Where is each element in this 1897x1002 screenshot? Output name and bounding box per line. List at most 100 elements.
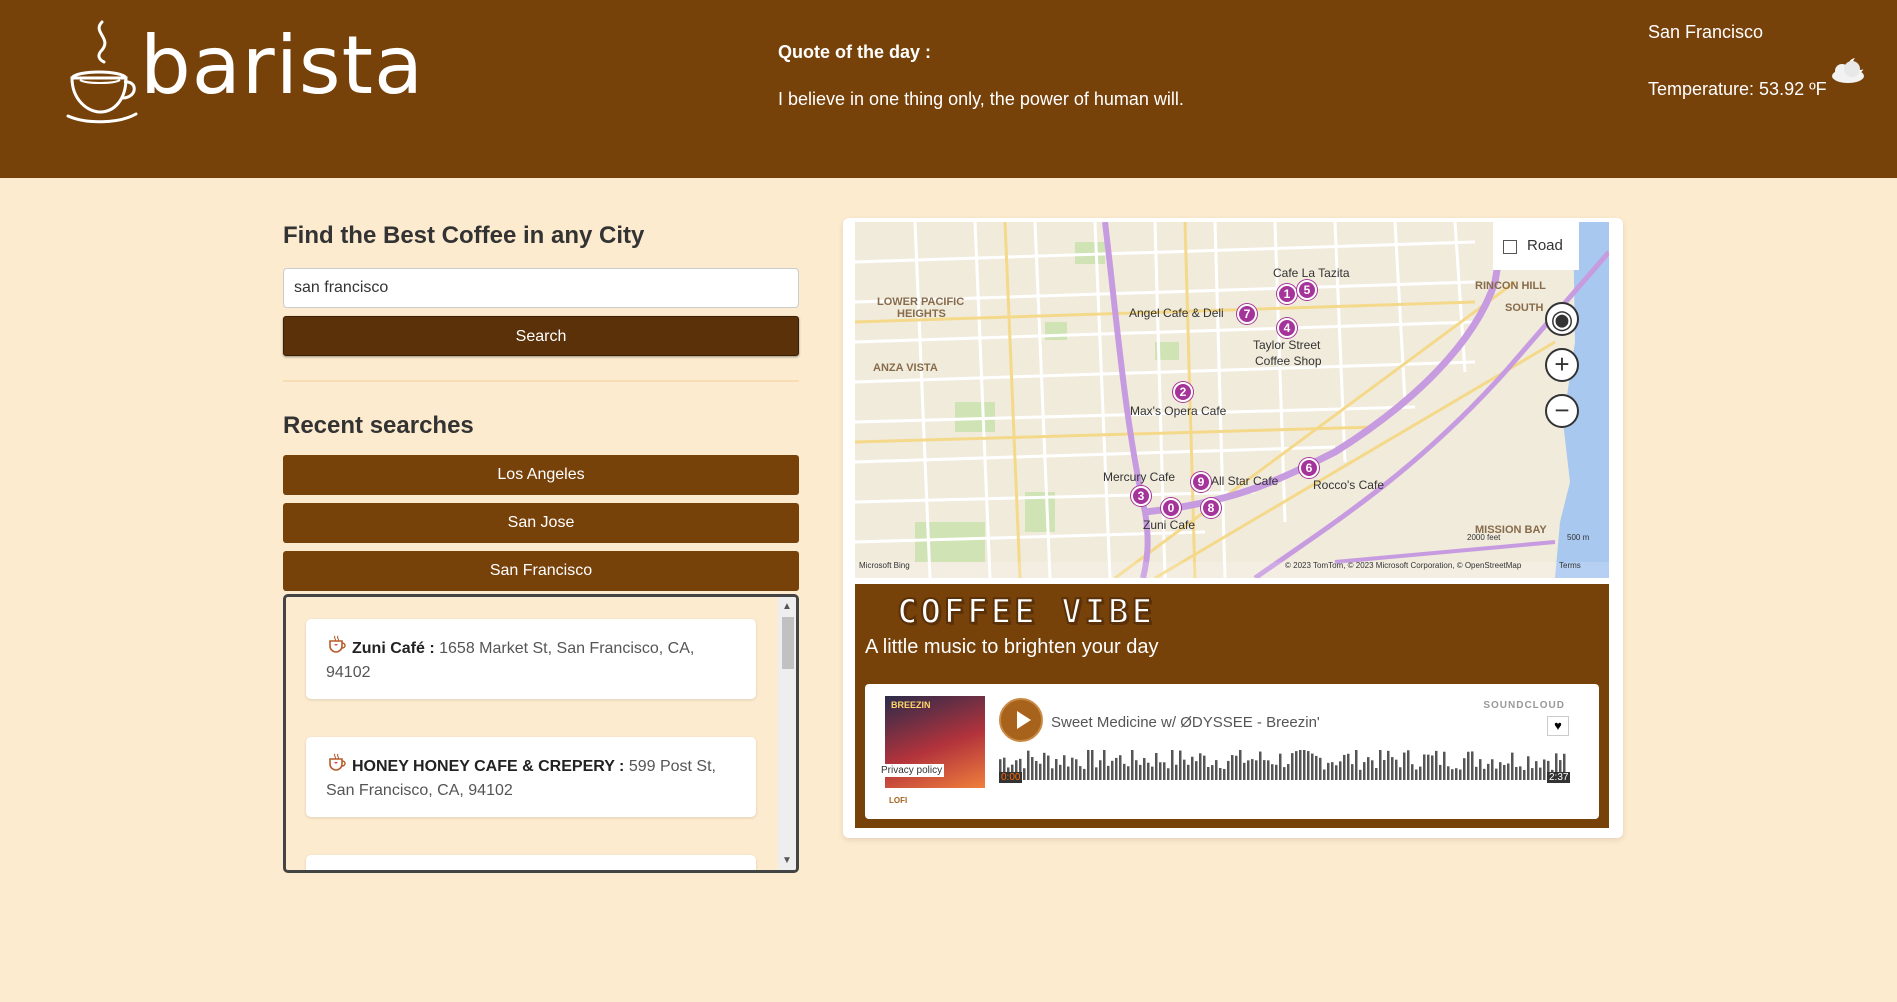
waveform-bar [1347, 753, 1350, 780]
coffee-vibe-section: COFFEE VIBE A little music to brighten y… [855, 584, 1609, 828]
map-pin[interactable]: 4 [1277, 318, 1297, 338]
search-section: Find the Best Coffee in any City san fra… [283, 222, 799, 591]
waveform-bar [1463, 758, 1466, 780]
map-pin[interactable]: 8 [1201, 498, 1221, 518]
waveform-bar [1115, 757, 1118, 780]
track-title[interactable]: Sweet Medicine w/ ØDYSSEE - Breezin' [1051, 714, 1320, 731]
recent-search-button[interactable]: San Jose [283, 503, 799, 543]
waveform-bar [1447, 766, 1450, 780]
waveform-bar [1351, 764, 1354, 780]
waveform-bar [1319, 757, 1322, 780]
waveform-bar [1443, 751, 1446, 780]
city-search-input[interactable]: san francisco [283, 268, 799, 308]
cloud-moon-icon [1832, 56, 1867, 83]
map-place-label: Taylor Street [1253, 338, 1321, 352]
map-pin[interactable]: 3 [1131, 486, 1151, 506]
waveform-bar [1307, 751, 1310, 780]
coffee-result-card[interactable] [306, 855, 756, 870]
privacy-policy-link[interactable]: Privacy policy [879, 764, 945, 777]
waveform-bar [1399, 767, 1402, 780]
coffee-map[interactable]: LOWER PACIFIC HEIGHTS ANZA VISTA RINCON … [855, 222, 1609, 578]
waveform-bar [1175, 764, 1178, 780]
coffee-results-list[interactable]: Zuni Café : 1658 Market St, San Francisc… [283, 594, 799, 873]
waveform-bar [1267, 760, 1270, 780]
waveform-bar [1275, 764, 1278, 780]
waveform-bar [1479, 759, 1482, 780]
waveform-bar [1379, 750, 1382, 780]
waveform-bar [1215, 760, 1218, 780]
waveform-bar [1211, 765, 1214, 780]
waveform-bar [1295, 751, 1298, 780]
quote-text: I believe in one thing only, the power o… [778, 89, 1184, 109]
soundcloud-logo[interactable]: SOUNDCLOUD [1483, 700, 1565, 711]
results-scrollbar[interactable]: ▲ ▼ [778, 597, 796, 870]
waveform-bar [1251, 759, 1254, 780]
scroll-down-icon[interactable]: ▼ [782, 855, 792, 866]
waveform-bar [1411, 764, 1414, 780]
map-pin[interactable]: 6 [1299, 458, 1319, 478]
like-heart-icon[interactable]: ♥ [1547, 716, 1569, 736]
map-pin[interactable]: 2 [1173, 382, 1193, 402]
waveform-bar [1179, 750, 1182, 780]
waveform-bar [1291, 753, 1294, 780]
waveform-bar [1543, 759, 1546, 780]
waveform-bar [1315, 755, 1318, 780]
map-terms-link[interactable]: Terms [1559, 561, 1581, 570]
waveform-bar [1111, 760, 1114, 780]
waveform-bar [1431, 755, 1434, 780]
waveform-bar [1035, 760, 1038, 780]
zoom-out-icon[interactable]: − [1545, 394, 1579, 428]
waveform-bar [1495, 768, 1498, 780]
scroll-thumb[interactable] [782, 617, 794, 669]
artwork-text: BREEZIN [891, 700, 931, 710]
waveform-bar [1375, 768, 1378, 780]
waveform-bar [1515, 766, 1518, 780]
locate-me-icon[interactable]: ◉ [1545, 302, 1579, 336]
waveform-bar [1067, 766, 1070, 780]
zoom-in-icon[interactable]: + [1545, 348, 1579, 382]
map-pin[interactable]: 1 [1277, 284, 1297, 304]
quote-of-the-day: Quote of the day : I believe in one thin… [778, 42, 1378, 110]
waveform-bar [1467, 751, 1470, 780]
map-place-label: Zuni Cafe [1143, 518, 1196, 532]
waveform-bar [1091, 750, 1094, 780]
waveform-bar [1279, 753, 1282, 780]
waveform-bar [1167, 768, 1170, 780]
waveform-bar [1039, 763, 1042, 780]
waveform-bar [1331, 762, 1334, 780]
play-button[interactable] [999, 698, 1043, 742]
recent-search-button[interactable]: San Francisco [283, 551, 799, 591]
map-scale-feet: 2000 feet [1467, 533, 1501, 542]
coffee-result-card[interactable]: HONEY HONEY CAFE & CREPERY : 599 Post St… [306, 737, 756, 817]
waveform[interactable] [999, 750, 1569, 790]
map-style-selector[interactable]: Road [1493, 222, 1579, 270]
waveform-bar [1195, 761, 1198, 780]
waveform-bar [1059, 764, 1062, 780]
waveform-bar [1171, 750, 1174, 780]
waveform-bar [1383, 759, 1386, 780]
map-area-label: LOWER PACIFIC [877, 296, 965, 308]
soundcloud-player[interactable]: BREEZIN Privacy policy Sweet Medicine w/… [865, 684, 1599, 819]
map-place-label: Mercury Cafe [1103, 470, 1176, 484]
map-attribution: © 2023 TomTom, © 2023 Microsoft Corporat… [1285, 561, 1522, 570]
waveform-bar [1435, 750, 1438, 780]
map-pin[interactable]: 9 [1191, 472, 1211, 492]
recent-search-button[interactable]: Los Angeles [283, 455, 799, 495]
map-pin[interactable]: 7 [1237, 304, 1257, 324]
waveform-bar [1127, 766, 1130, 780]
track-tag[interactable]: LOFI [889, 796, 907, 805]
waveform-bar [1227, 760, 1230, 780]
waveform-bar [1499, 762, 1502, 780]
waveform-bar [1191, 756, 1194, 780]
scroll-up-icon[interactable]: ▲ [782, 601, 792, 612]
waveform-bar [1135, 760, 1138, 780]
divider [283, 380, 799, 382]
logo[interactable]: barista [66, 18, 426, 128]
waveform-bar [1471, 751, 1474, 780]
map-pin[interactable]: 0 [1161, 498, 1181, 518]
search-button[interactable]: Search [283, 316, 799, 356]
recent-searches-list: Los Angeles San Jose San Francisco [283, 455, 799, 591]
map-pin[interactable]: 5 [1297, 280, 1317, 300]
coffee-cup-icon [329, 753, 346, 771]
coffee-result-card[interactable]: Zuni Café : 1658 Market St, San Francisc… [306, 619, 756, 699]
